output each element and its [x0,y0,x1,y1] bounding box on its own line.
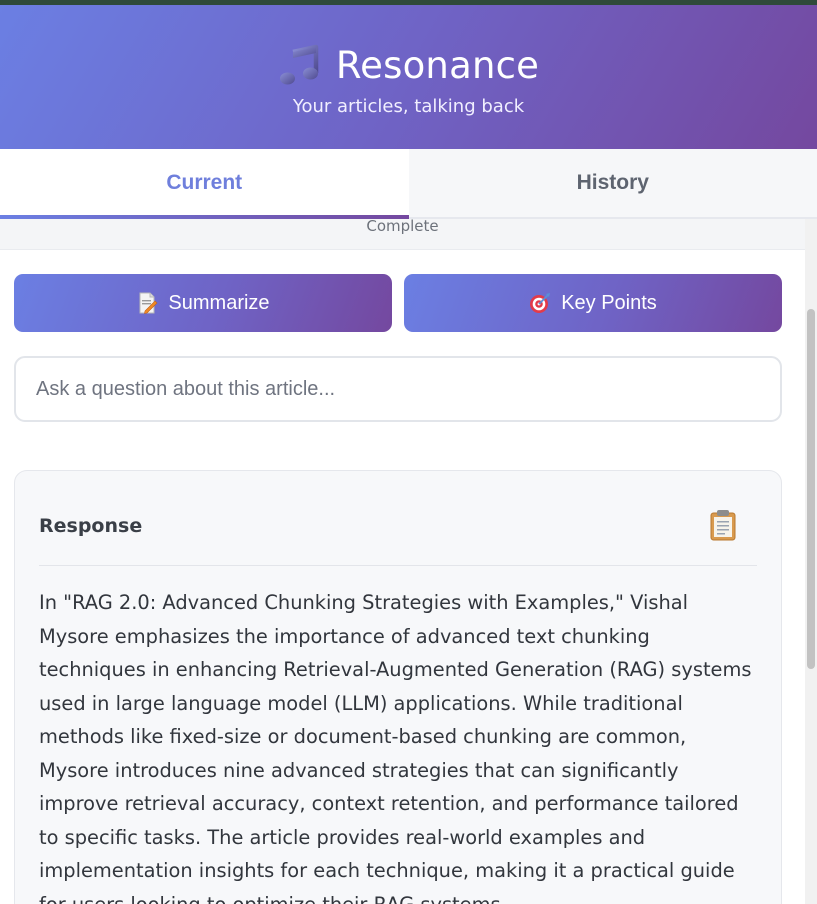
summarize-label: Summarize [168,291,270,314]
title-row: Resonance [0,37,817,93]
app-subtitle: Your articles, talking back [292,96,525,117]
response-header: Response [39,471,757,566]
main-panel: Complete Summarize Key Points Ask a ques… [0,219,805,904]
scrollbar[interactable] [805,219,817,904]
clipboard-icon[interactable] [709,509,737,541]
summarize-button[interactable]: Summarize [14,274,392,332]
tab-bar: Current History [0,149,817,219]
tab-history[interactable]: History [408,149,817,217]
key-points-label: Key Points [561,291,657,314]
tab-current[interactable]: Current [0,149,409,219]
status-text: Complete [0,219,805,250]
question-input[interactable] [14,356,782,422]
response-text: In "RAG 2.0: Advanced Chunking Strategie… [39,591,752,904]
response-title: Response [39,515,143,537]
app-header: Resonance Your articles, talking back [0,5,817,149]
app-title: Resonance [335,43,540,87]
scrollbar-thumb[interactable] [807,309,815,669]
music-note-icon [278,43,322,87]
response-card: Response In "RAG 2.0: Advanced Chunking … [14,470,782,904]
key-points-button[interactable]: Key Points [404,274,782,332]
memo-icon [136,292,158,314]
target-icon [529,292,551,314]
